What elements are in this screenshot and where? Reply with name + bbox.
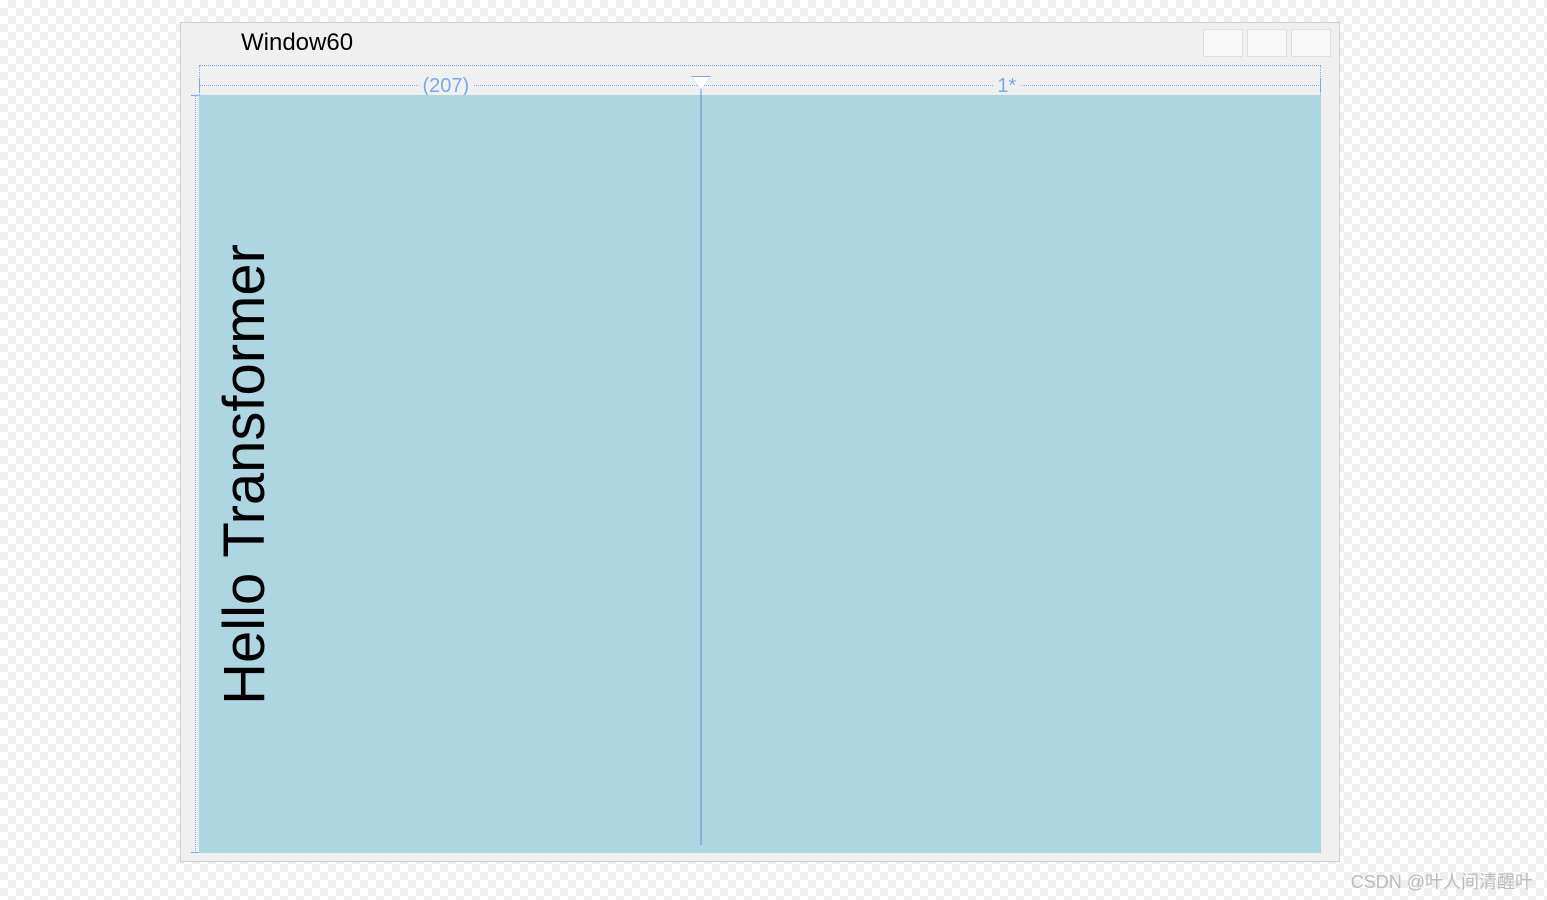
maximize-button[interactable] [1247,29,1287,57]
text-block[interactable]: Hello Transformer [211,244,278,705]
column-splitter-line[interactable] [700,87,701,845]
ruler-tick [1320,79,1321,93]
ruler-line [195,95,196,853]
row-ruler[interactable] [191,95,199,853]
designer-window[interactable]: Window60 (207) 1* [180,22,1340,862]
grid-content[interactable]: Hello Transformer [199,95,1321,853]
grid-column-0[interactable]: Hello Transformer [199,95,701,853]
minimize-button[interactable] [1203,29,1243,57]
ruler-line [199,85,1321,86]
grid-column-1[interactable] [701,95,1321,853]
window-buttons [1203,29,1331,57]
ruler-tick [199,79,200,93]
window-title: Window60 [241,29,353,57]
column-splitter-thumb[interactable] [692,77,710,89]
close-button[interactable] [1291,29,1331,57]
title-bar[interactable]: Window60 [181,23,1339,63]
grid-design-area[interactable]: (207) 1* Hello Transformer [199,65,1321,853]
column-ruler[interactable]: (207) 1* [199,65,1321,95]
